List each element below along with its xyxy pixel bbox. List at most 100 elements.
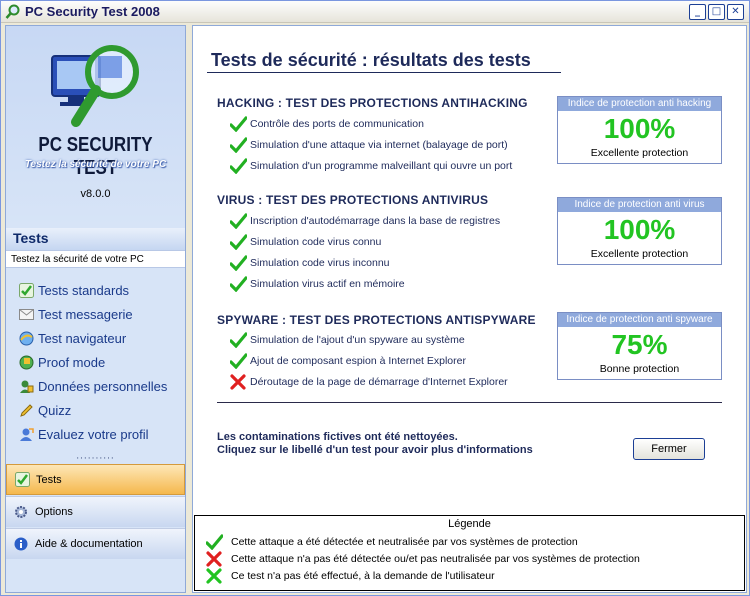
legend-panel: Légende Cette attaque a été détectée et … (194, 515, 745, 591)
green-check-icon (229, 275, 247, 293)
test-label: Simulation code virus inconnu (250, 257, 390, 269)
test-label: Inscription d'autodémarrage dans la base… (250, 215, 501, 227)
logo-icon (51, 45, 139, 127)
sidebar-item-label: Test messagerie (38, 306, 133, 322)
test-row[interactable]: Simulation d'une attaque via internet (b… (229, 135, 508, 155)
test-row[interactable]: Contrôle des ports de communication (229, 114, 424, 134)
info-line-cleaned: Les contaminations fictives ont été nett… (217, 431, 458, 443)
legend-text: Cette attaque a été détectée et neutrali… (231, 535, 578, 548)
section-title-spyware: SPYWARE : TEST DES PROTECTIONS ANTISPYWA… (217, 313, 536, 327)
green-check-icon (229, 352, 247, 370)
test-row[interactable]: Ajout de composant espion à Internet Exp… (229, 351, 466, 371)
logo-area: PC SECURITY TEST Testez la sécurité de v… (6, 26, 185, 226)
sidebar-section-header: Tests (6, 228, 185, 250)
sidebar-item-label: Tests standards (38, 282, 130, 298)
sidebar-item-proof-mode[interactable]: Proof mode (6, 350, 185, 374)
logo-title: PC SECURITY TEST (38, 134, 153, 179)
test-row[interactable]: Simulation de l'ajout d'un spyware au sy… (229, 330, 465, 350)
info-line-click-hint: Cliquez sur le libellé d'un test pour av… (217, 444, 533, 456)
window-title: PC Security Test 2008 (25, 4, 160, 19)
legend-text: Ce test n'a pas été effectué, à la deman… (231, 569, 495, 582)
title-bar: PC Security Test 2008 _ □ ✕ (1, 1, 749, 23)
sidebar-item-label: Données personnelles (38, 378, 168, 394)
proof-icon (18, 354, 35, 371)
sidebar-item-tests-standards[interactable]: Tests standards (6, 278, 185, 302)
legend-title: Légende (448, 518, 491, 530)
score-label: Excellente protection (590, 248, 689, 260)
score-label: Bonne protection (599, 363, 680, 375)
score-label: Excellente protection (590, 147, 689, 159)
sidebar-item-label: Quizz (38, 402, 72, 418)
mail-icon (18, 306, 35, 323)
close-window-button[interactable]: ✕ (727, 4, 744, 20)
test-row[interactable]: Simulation virus actif en mémoire (229, 274, 405, 294)
red-cross-icon (205, 550, 223, 567)
test-label: Simulation virus actif en mémoire (250, 278, 405, 290)
test-row[interactable]: Simulation code virus connu (229, 232, 381, 252)
red-cross-icon (229, 373, 247, 391)
legend-item: Ce test n'a pas été effectué, à la deman… (205, 567, 495, 584)
test-row[interactable]: Simulation code virus inconnu (229, 253, 390, 273)
separator-line (217, 402, 722, 403)
tab-options[interactable]: Options (6, 496, 185, 527)
tab-label: Tests (36, 473, 62, 486)
app-window: PC Security Test 2008 _ □ ✕ PC SECURITY … (0, 0, 750, 596)
sidebar-item-label: Evaluez votre profil (38, 426, 149, 442)
test-row[interactable]: Inscription d'autodémarrage dans la base… (229, 211, 500, 231)
pencil-icon (18, 402, 35, 419)
page-title: Tests de sécurité : résultats des tests (211, 50, 531, 70)
test-row[interactable]: Simulation d'un programme malveillant qu… (229, 156, 512, 176)
tab-label: Options (35, 506, 73, 518)
fermer-button[interactable]: Fermer (633, 438, 705, 460)
green-check-icon (229, 115, 247, 133)
green-check-icon (229, 212, 247, 230)
title-underline (207, 72, 561, 73)
green-check-icon (229, 136, 247, 154)
gear-icon (13, 504, 29, 520)
check-icon (14, 472, 30, 488)
sidebar-item-label: Proof mode (38, 354, 106, 370)
test-row[interactable]: Déroutage de la page de démarrage d'Inte… (229, 372, 508, 392)
info-icon (13, 536, 29, 552)
sidebar-divider-dots: ·········· (76, 454, 115, 464)
score-value: 100% (603, 113, 676, 144)
sidebar-item-test-navigateur[interactable]: Test navigateur (6, 326, 185, 350)
test-label: Contrôle des ports de communication (250, 118, 424, 130)
score-box-virus: Indice de protection anti virus 100% Exc… (557, 197, 722, 265)
tab-tests[interactable]: Tests (6, 464, 185, 495)
test-label: Simulation code virus connu (250, 236, 382, 248)
browser-icon (18, 330, 35, 347)
section-title-virus: VIRUS : TEST DES PROTECTIONS ANTIVIRUS (217, 193, 489, 207)
test-label: Déroutage de la page de démarrage d'Inte… (250, 376, 508, 388)
score-box-hacking: Indice de protection anti hacking 100% E… (557, 96, 722, 164)
green-check-icon (229, 254, 247, 272)
score-header: Indice de protection anti hacking (558, 97, 721, 111)
legend-text: Cette attaque n'a pas été détectée ou/et… (231, 552, 640, 565)
test-label: Simulation d'une attaque via internet (b… (250, 139, 508, 151)
maximize-button[interactable]: □ (708, 4, 725, 20)
sidebar-item-quizz[interactable]: Quizz (6, 398, 185, 422)
green-check-icon (205, 533, 223, 550)
test-label: Simulation d'un programme malveillant qu… (250, 160, 513, 172)
main-panel: Tests de sécurité : résultats des tests … (192, 25, 747, 593)
test-label: Ajout de composant espion à Internet Exp… (250, 355, 466, 367)
green-check-icon (229, 157, 247, 175)
score-value: 100% (603, 214, 676, 245)
profile-icon (18, 426, 35, 443)
green-check-icon (229, 331, 247, 349)
minimize-button[interactable]: _ (689, 4, 706, 20)
tab-aide-documentation[interactable]: Aide & documentation (6, 528, 185, 559)
sidebar-item-evaluez-profil[interactable]: Evaluez votre profil (6, 422, 185, 446)
sidebar-item-label: Test navigateur (38, 330, 127, 346)
sidebar-nav: Tests standards Test messagerie Test nav… (6, 278, 185, 446)
sidebar-item-donnees-personnelles[interactable]: Données personnelles (6, 374, 185, 398)
legend-item: Cette attaque a été détectée et neutrali… (205, 533, 578, 550)
test-label: Simulation de l'ajout d'un spyware au sy… (250, 334, 465, 346)
info-text: Les contaminations fictives ont été nett… (217, 431, 533, 457)
score-header: Indice de protection anti virus (558, 198, 721, 212)
sidebar: PC SECURITY TEST Testez la sécurité de v… (5, 25, 186, 593)
green-check-icon (229, 233, 247, 251)
app-magnifier-icon (5, 4, 21, 20)
score-value: 75% (611, 329, 668, 360)
sidebar-item-test-messagerie[interactable]: Test messagerie (6, 302, 185, 326)
